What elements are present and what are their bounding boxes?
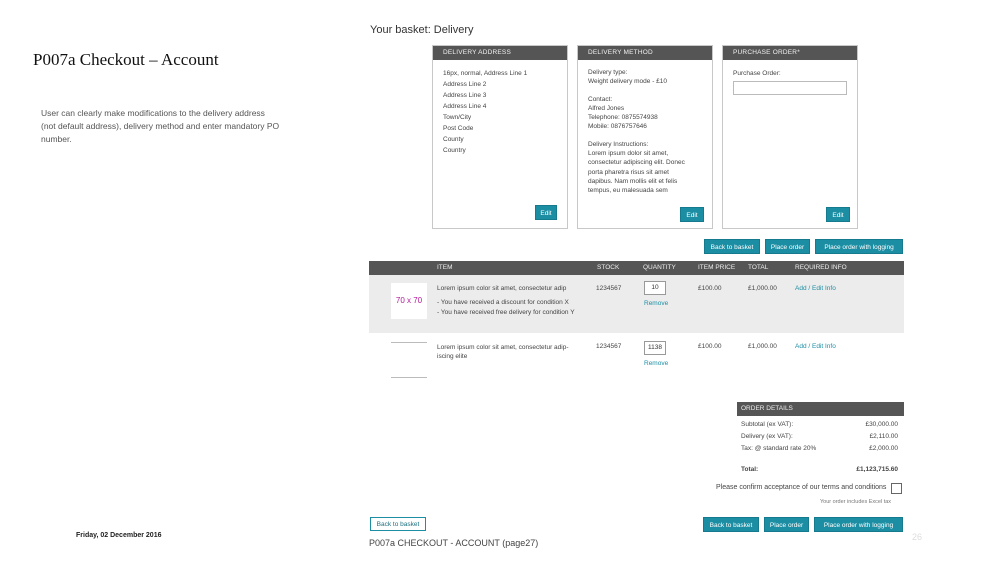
- address-line: Address Line 2: [443, 81, 487, 88]
- delivery-cost-label: Delivery (ex VAT):: [741, 433, 793, 440]
- address-line: Address Line 4: [443, 103, 487, 110]
- order-details-header: ORDER DETAILS: [737, 402, 904, 416]
- tax-row: Tax: @ standard rate 20% £2,000.00: [737, 443, 904, 455]
- instructions-label: Delivery Instructions:: [588, 140, 649, 148]
- address-line: Post Code: [443, 125, 474, 132]
- product-thumbnail: 70 x 70: [391, 283, 427, 319]
- subtotal-value: £30,000.00: [865, 421, 898, 428]
- purchase-order-label: Purchase Order:: [733, 70, 781, 77]
- subtotal-label: Subtotal (ex VAT):: [741, 421, 794, 428]
- table-row: Lorem ipsum color sit amet, consectetur …: [369, 333, 904, 391]
- delivery-address-lines: 16px, normal, Address Line 1 Address Lin…: [433, 60, 567, 164]
- tax-label: Tax: @ standard rate 20%: [741, 445, 817, 452]
- terms-label: Please confirm acceptance of our terms a…: [716, 484, 887, 491]
- table-row: 70 x 70 Lorem ipsum color sit amet, cons…: [369, 275, 904, 333]
- basket-heading: Your basket: Delivery: [370, 24, 474, 36]
- column-total: TOTAL: [748, 264, 769, 271]
- quantity-input[interactable]: 1138: [644, 341, 666, 355]
- product-name-continued: iscing elite: [437, 353, 468, 360]
- product-thumbnail: [391, 342, 427, 378]
- line-total: £1,000.00: [748, 285, 777, 292]
- order-details: ORDER DETAILS Subtotal (ex VAT): £30,000…: [737, 402, 904, 476]
- purchase-order-body: Purchase Order:: [723, 60, 857, 105]
- purchase-order-panel: PURCHASE ORDER* Purchase Order: Edit: [722, 45, 858, 229]
- item-price: £100.00: [698, 285, 722, 292]
- add-edit-info-link[interactable]: Add / Edit Info: [795, 341, 836, 352]
- slide-title: P007a Checkout – Account: [33, 50, 219, 69]
- contact-mobile: Mobile: 0876757646: [588, 123, 647, 131]
- address-line: 16px, normal, Address Line 1: [443, 70, 528, 77]
- quantity-input[interactable]: 10: [644, 281, 666, 295]
- total-label: Total:: [741, 466, 759, 473]
- legal-note: Your order includes Excel tax: [820, 499, 892, 505]
- line-total: £1,000.00: [748, 343, 777, 350]
- slide-description: User can clearly make modifications to t…: [41, 108, 280, 144]
- contact-name: Alfred Jones: [588, 104, 625, 112]
- edit-address-button[interactable]: Edit: [535, 205, 557, 220]
- slide-page-number: 26: [912, 532, 923, 542]
- item-price: £100.00: [698, 343, 722, 350]
- delivery-type-label: Delivery type:: [588, 69, 628, 76]
- delivery-address-panel: DELIVERY ADDRESS 16px, normal, Address L…: [432, 45, 568, 229]
- subtotal-row: Subtotal (ex VAT): £30,000.00: [737, 419, 904, 431]
- address-line: Country: [443, 147, 466, 154]
- stock-value: 1234567: [596, 285, 622, 292]
- slide-date: Friday, 02 December 2016: [76, 532, 162, 539]
- contact-telephone: Telephone: 0875574938: [588, 114, 658, 122]
- column-item: ITEM: [437, 264, 453, 271]
- slide-footer: P007a CHECKOUT - ACCOUNT (page27): [369, 538, 539, 548]
- instructions-line: consectetur adipiscing elit. Donec: [588, 159, 685, 167]
- bottom-back-to-basket-button-primary[interactable]: Back to basket: [703, 517, 759, 532]
- place-order-button[interactable]: Place order: [765, 239, 810, 254]
- column-item-price: ITEM PRICE: [698, 264, 736, 271]
- purchase-order-input[interactable]: [733, 81, 847, 95]
- add-edit-info-link[interactable]: Add / Edit Info: [795, 283, 836, 294]
- instructions-line: porta pharetra risus sit amet: [588, 168, 669, 176]
- tax-value: £2,000.00: [869, 445, 898, 452]
- bottom-place-order-button[interactable]: Place order: [764, 517, 809, 532]
- edit-delivery-method-button[interactable]: Edit: [680, 207, 704, 222]
- address-line: County: [443, 136, 464, 143]
- edit-purchase-order-button[interactable]: Edit: [826, 207, 850, 222]
- address-line: Address Line 3: [443, 92, 487, 99]
- column-stock: STOCK: [597, 264, 620, 271]
- delivery-method-header: DELIVERY METHOD: [578, 46, 712, 60]
- instructions-line: Lorem ipsum dolor sit amet,: [588, 150, 669, 158]
- stock-value: 1234567: [596, 343, 622, 350]
- total-value: £1,123,715.60: [856, 466, 898, 473]
- remove-link[interactable]: Remove: [644, 298, 668, 309]
- column-required-info: REQUIRED INFO: [795, 264, 847, 271]
- instructions-line: tempus, eu malesuada sem: [588, 187, 668, 195]
- purchase-order-header: PURCHASE ORDER*: [723, 46, 857, 60]
- bottom-back-to-basket-button[interactable]: Back to basket: [370, 517, 426, 531]
- delivery-address-header: DELIVERY ADDRESS: [433, 46, 567, 60]
- product-name[interactable]: Lorem ipsum color sit amet, consectetur …: [437, 283, 566, 294]
- remove-link[interactable]: Remove: [644, 358, 668, 369]
- place-order-logging-button[interactable]: Place order with logging: [815, 239, 903, 254]
- terms-checkbox[interactable]: [891, 483, 902, 494]
- delivery-method-details: Delivery type: Weight delivery mode - £1…: [578, 60, 712, 204]
- back-to-basket-button[interactable]: Back to basket: [704, 239, 760, 254]
- delivery-cost-value: £2,110.00: [869, 433, 898, 440]
- delivery-type-value: Weight delivery mode - £10: [588, 78, 668, 86]
- delivery-cost-row: Delivery (ex VAT): £2,110.00: [737, 431, 904, 443]
- column-quantity: QUANTITY: [643, 264, 676, 271]
- product-note: - You have received free delivery for co…: [437, 309, 575, 316]
- delivery-method-panel: DELIVERY METHOD Delivery type: Weight de…: [577, 45, 713, 229]
- total-row: Total: £1,123,715.60: [737, 464, 904, 476]
- address-line: Town/City: [443, 114, 472, 121]
- basket-table-header: ITEM STOCK QUANTITY ITEM PRICE TOTAL REQ…: [369, 261, 904, 275]
- contact-label: Contact:: [588, 95, 613, 103]
- instructions-line: dapibus. Nam mollis elit et felis: [588, 177, 678, 185]
- bottom-place-order-logging-button[interactable]: Place order with logging: [814, 517, 903, 532]
